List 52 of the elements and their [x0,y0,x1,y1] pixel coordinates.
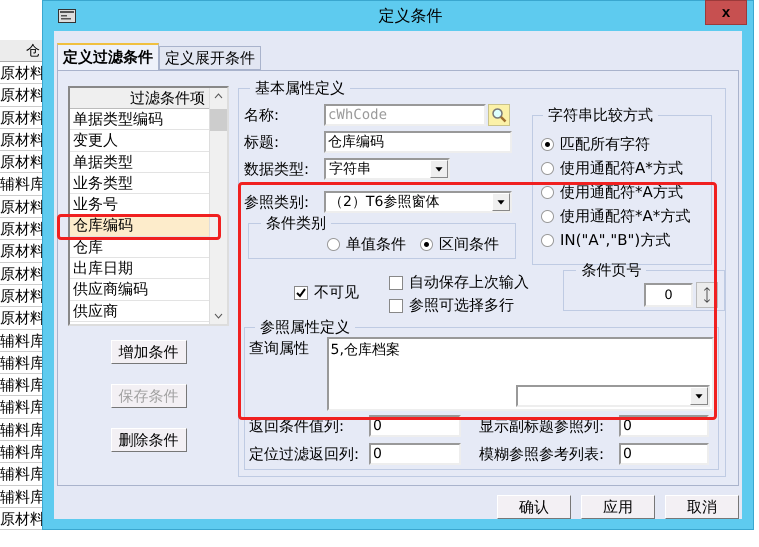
list-item[interactable]: 出库日期 [70,258,209,280]
radio-option[interactable]: IN("A","B")方式 [541,231,705,250]
reference-type-dropdown[interactable]: （2）T6参照窗体 [324,191,512,213]
tab[interactable]: 定义过滤条件 [57,43,159,70]
checkbox-option[interactable]: 参照可选择多行 [388,296,564,315]
list-item[interactable]: 业务类型 [70,172,209,194]
dialog-button[interactable]: 确认 [497,495,571,519]
scrollbar[interactable] [209,88,227,324]
field-label: 标题: [244,132,280,152]
list-item[interactable]: 单据类型 [70,152,209,173]
checkmark-icon [295,286,307,298]
group-title: 条件页号 [580,261,642,280]
checkbox-option[interactable]: 不可见 [294,283,389,302]
group-title: 基本属性定义 [254,79,346,98]
data-type-dropdown[interactable]: 字符串 [324,158,450,180]
list-item[interactable]: 供应商编码 [70,279,209,301]
field-label: 定位过滤返回列: [249,444,360,464]
group-title: 条件类别 [265,214,327,233]
list-item[interactable]: 单据类型编码 [70,109,209,130]
field-label: 数据类型: [244,160,310,178]
dialog-button[interactable]: 应用 [581,495,655,519]
field-label: 查询属性 [249,338,310,359]
title-field[interactable]: 仓库编码 [324,131,512,153]
scrollbar-thumb[interactable] [210,109,227,131]
field-label: 模糊参照参考列表: [479,444,606,464]
checkbox-option[interactable]: 自动保存上次输入 [388,273,564,292]
window-icon [58,9,76,23]
number-field[interactable]: 0 [619,443,709,465]
radio-option[interactable]: 单值条件 [327,235,406,254]
field-label: 参照类别: [244,192,310,212]
search-button[interactable] [488,104,510,126]
list-header: 过滤条件项 [70,88,209,109]
radio-option[interactable]: 区间条件 [420,235,499,254]
query-field[interactable]: 5,仓库档案 [326,337,714,411]
list-item[interactable]: 变更人 [70,130,209,152]
page-number-field[interactable]: 0 [644,283,693,307]
list-button[interactable]: 增加条件 [110,340,186,364]
list-button[interactable]: 删除条件 [110,428,186,452]
tab[interactable]: 定义展开条件 [159,46,261,70]
radio-option[interactable]: 使用通配符*A*方式 [541,207,705,226]
list-item[interactable]: 仓库编码 [70,215,209,237]
number-field[interactable]: 0 [369,443,461,465]
query-text: 5,仓库档案 [330,341,400,359]
field-label: 名称: [244,106,280,124]
group-title: 参照属性定义 [259,318,351,337]
radio-option[interactable]: 使用通配符A*方式 [541,159,705,178]
group-title: 字符串比较方式 [547,106,654,125]
dialog-button[interactable]: 取消 [665,495,739,519]
list-item[interactable]: 供应商 [70,300,209,322]
window-title: 定义条件 [378,6,444,26]
close-button[interactable]: x [705,0,747,25]
radio-option[interactable]: 匹配所有字符 [541,135,705,154]
